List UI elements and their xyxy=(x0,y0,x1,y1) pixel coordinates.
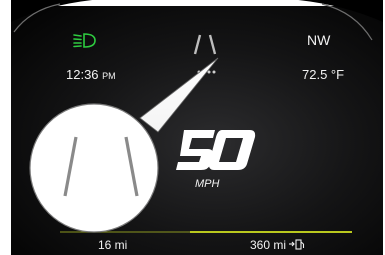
instrument-cluster-display: NW 12:36 PM 72.5 °F MPH 16 mi 360 mi xyxy=(0,0,385,255)
compass-heading: NW xyxy=(307,32,331,48)
range-value: 360 mi xyxy=(250,238,287,252)
outside-temperature: 72.5 °F xyxy=(302,67,345,82)
fuel-range-icon xyxy=(289,239,305,250)
clock-period: PM xyxy=(102,71,116,81)
trip-distance: 16 mi xyxy=(98,238,128,252)
clock-time: 12:36 xyxy=(66,67,99,82)
callout-circle xyxy=(29,103,159,233)
speed-unit: MPH xyxy=(195,178,220,190)
headlight-icon xyxy=(72,32,98,48)
range-display: 360 mi xyxy=(250,238,305,252)
clock-display: 12:36 PM xyxy=(66,67,116,82)
